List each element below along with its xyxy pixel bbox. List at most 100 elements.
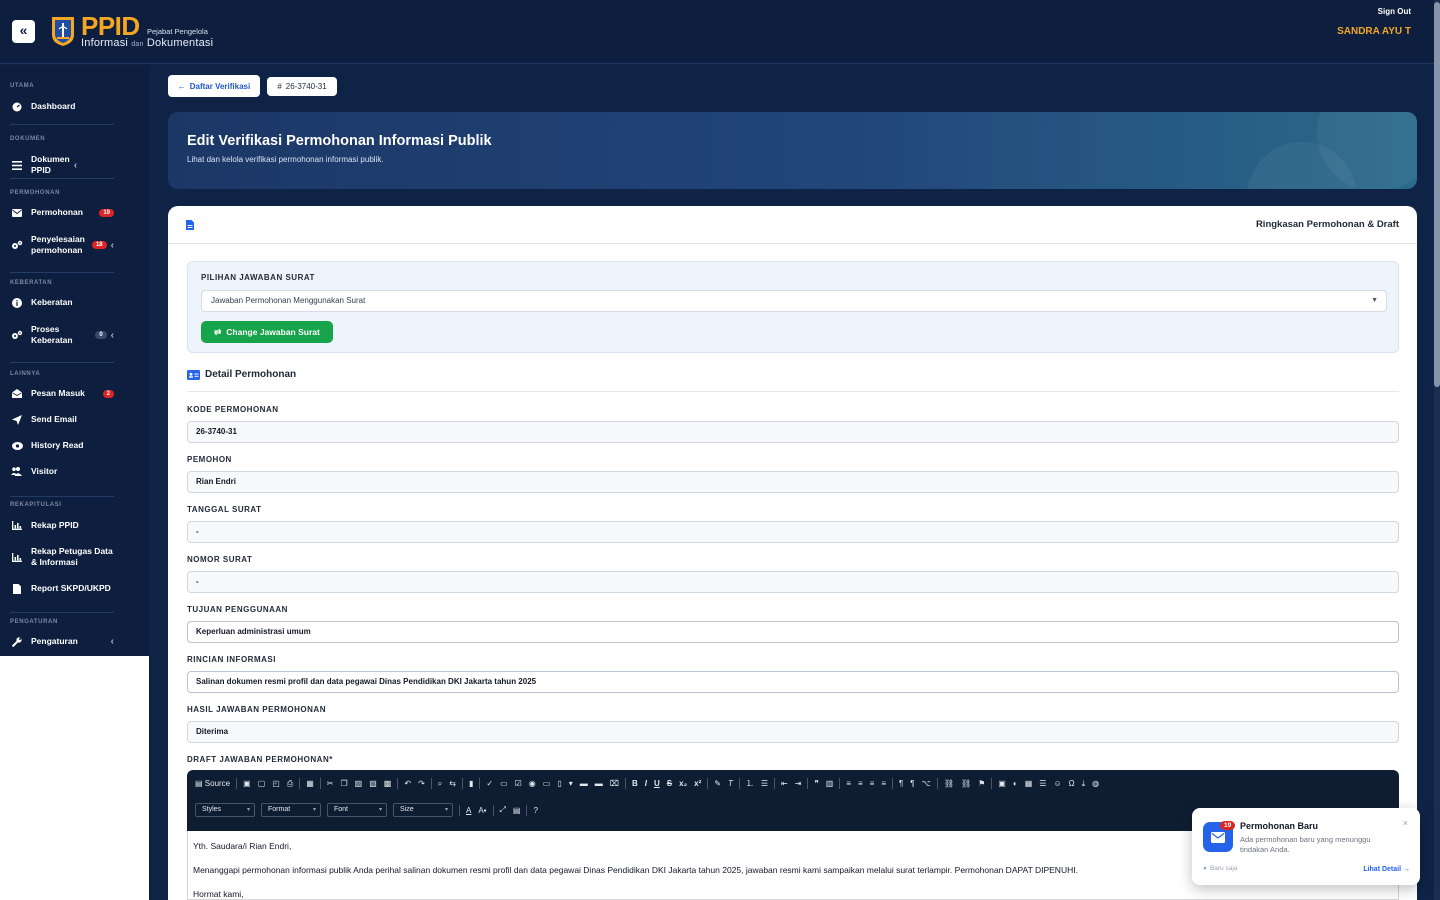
- user-name[interactable]: SANDRA AYU T: [1337, 26, 1411, 37]
- sidebar-item-rekap-ppid[interactable]: Rekap PPID: [10, 520, 114, 531]
- redo-icon[interactable]: ↷: [418, 779, 425, 788]
- size-select[interactable]: Size: [393, 803, 453, 817]
- checkbox-icon[interactable]: ☑: [515, 779, 522, 788]
- superscript-icon[interactable]: x²: [694, 779, 701, 788]
- textarea-icon[interactable]: ▯: [557, 779, 561, 788]
- numbered-list-icon[interactable]: ⒈: [746, 778, 754, 789]
- print-icon[interactable]: ⎙: [287, 779, 293, 789]
- help-icon[interactable]: ?: [533, 806, 537, 815]
- save-icon[interactable]: ▣: [243, 779, 251, 788]
- unlink-icon[interactable]: ⛓: [961, 779, 971, 788]
- sidebar-item-rekap-petugas[interactable]: Rekap Petugas Data & Informasi: [10, 546, 114, 568]
- rtl-icon[interactable]: ¶: [910, 779, 914, 788]
- align-center-icon[interactable]: ≡: [858, 779, 863, 788]
- textfield-icon[interactable]: ▭: [543, 779, 551, 788]
- font-select[interactable]: Font: [327, 803, 387, 817]
- strike-icon[interactable]: S: [667, 779, 672, 788]
- back-to-list-button[interactable]: ← Daftar Verifikasi: [168, 75, 260, 97]
- source-button[interactable]: ▤ Source: [195, 779, 230, 788]
- text-color-icon[interactable]: A: [466, 806, 471, 815]
- nomor-surat-field[interactable]: -: [187, 571, 1399, 593]
- comment-icon[interactable]: ▮: [469, 779, 473, 788]
- outdent-icon[interactable]: ⇤: [781, 779, 788, 788]
- image-icon[interactable]: ▣: [998, 779, 1006, 788]
- form-icon[interactable]: ▭: [500, 779, 508, 788]
- bg-color-icon[interactable]: A▪: [478, 806, 486, 815]
- sidebar-item-dashboard[interactable]: Dashboard: [10, 101, 114, 112]
- indent-icon[interactable]: ⇥: [795, 779, 802, 788]
- tanggal-surat-field[interactable]: -: [187, 521, 1399, 543]
- select-icon[interactable]: ▾: [569, 779, 573, 788]
- page-break-icon[interactable]: ⤓: [1082, 779, 1086, 789]
- button-icon[interactable]: ▬: [580, 779, 588, 788]
- spellcheck-icon[interactable]: ✓: [486, 779, 493, 788]
- sidebar-item-keberatan[interactable]: Keberatan: [10, 297, 114, 308]
- align-justify-icon[interactable]: ≡: [881, 779, 886, 788]
- language-icon[interactable]: ⌥: [922, 779, 931, 788]
- table-icon[interactable]: ▦: [1025, 779, 1033, 788]
- new-page-icon[interactable]: ▢: [258, 779, 266, 788]
- radio-icon[interactable]: ◉: [529, 779, 536, 788]
- subscript-icon[interactable]: x₂: [679, 779, 687, 788]
- kode-permohonan-field[interactable]: 26-3740-31: [187, 421, 1399, 443]
- toolbar-separator: [807, 778, 809, 789]
- sidebar-item-permohonan[interactable]: Permohonan 19: [10, 207, 114, 218]
- undo-icon[interactable]: ↶: [404, 779, 411, 788]
- sidebar-item-proses-keberatan[interactable]: Proses Keberatan 0 ‹: [10, 324, 114, 346]
- copy-format-icon[interactable]: ✎: [714, 779, 721, 788]
- div-icon[interactable]: ▥: [826, 779, 834, 788]
- horizontal-rule-icon[interactable]: ☰: [1039, 779, 1046, 788]
- copy-icon[interactable]: ❐: [341, 779, 348, 788]
- replace-icon[interactable]: ⇆: [449, 779, 456, 788]
- sidebar-item-send-email[interactable]: Send Email: [10, 414, 114, 425]
- view-detail-link[interactable]: Lihat Detail →: [1363, 866, 1410, 873]
- blockquote-icon[interactable]: ❞: [814, 779, 818, 788]
- iframe-icon[interactable]: ◍: [1092, 779, 1099, 788]
- maximize-icon[interactable]: ⤢: [500, 805, 506, 815]
- hidden-field-icon[interactable]: ⌧: [610, 779, 619, 788]
- sidebar-item-history-read[interactable]: History Read: [10, 440, 114, 451]
- show-blocks-icon[interactable]: ▤: [513, 806, 521, 815]
- change-reply-button[interactable]: ⇄ Change Jawaban Surat: [201, 321, 333, 343]
- italic-icon[interactable]: I: [645, 779, 647, 788]
- sidebar-item-visitor[interactable]: Visitor: [10, 466, 114, 477]
- styles-select[interactable]: Styles: [195, 803, 255, 817]
- format-select[interactable]: Format: [261, 803, 321, 817]
- preview-icon[interactable]: ◰: [272, 779, 280, 788]
- align-right-icon[interactable]: ≡: [870, 779, 875, 788]
- smiley-icon[interactable]: ☺: [1053, 779, 1061, 788]
- tujuan-penggunaan-field[interactable]: Keperluan administrasi umum: [187, 621, 1399, 643]
- reply-choice-select[interactable]: Jawaban Permohonan Menggunakan Surat ▼: [201, 290, 1387, 312]
- bulleted-list-icon[interactable]: ☰: [761, 779, 768, 788]
- underline-icon[interactable]: U: [654, 779, 660, 788]
- page-scrollbar[interactable]: [1434, 0, 1440, 900]
- link-icon[interactable]: ⛓: [944, 779, 954, 788]
- hasil-jawaban-field[interactable]: Diterima: [187, 721, 1399, 743]
- image-button-icon[interactable]: ▬: [595, 779, 603, 788]
- collapse-sidebar-button[interactable]: «: [12, 20, 35, 43]
- remove-format-icon[interactable]: T: [728, 779, 733, 788]
- paste-icon[interactable]: ▨: [355, 779, 363, 788]
- templates-icon[interactable]: ▦: [306, 779, 314, 788]
- special-char-icon[interactable]: Ω: [1069, 779, 1075, 788]
- rincian-informasi-field[interactable]: Salinan dokumen resmi profil dan data pe…: [187, 671, 1399, 693]
- paste-word-icon[interactable]: ▩: [384, 779, 392, 788]
- close-icon[interactable]: ×: [1403, 818, 1408, 828]
- bold-icon[interactable]: B: [632, 779, 638, 788]
- scrollbar-thumb[interactable]: [1434, 2, 1440, 387]
- sidebar-item-penyelesaian[interactable]: Penyelesaian permohonan 18 ‹: [10, 234, 114, 256]
- sidebar-item-pengaturan[interactable]: Pengaturan ‹: [10, 636, 114, 647]
- anchor-icon[interactable]: ⚑: [978, 779, 985, 788]
- proses-keberatan-count-badge: 0: [95, 331, 107, 339]
- ltr-icon[interactable]: ¶: [899, 779, 903, 788]
- paste-text-icon[interactable]: ▧: [369, 779, 377, 788]
- flash-icon[interactable]: ◐: [1013, 779, 1018, 788]
- cut-icon[interactable]: ✂: [327, 779, 334, 788]
- sidebar-item-pesan-masuk[interactable]: Pesan Masuk 2: [10, 388, 114, 399]
- pemohon-field[interactable]: Rian Endri: [187, 471, 1399, 493]
- sign-out-link[interactable]: Sign Out: [1378, 7, 1411, 16]
- find-icon[interactable]: ⌕: [438, 779, 442, 789]
- sidebar-item-report-skpd[interactable]: Report SKPD/UKPD: [10, 583, 114, 594]
- sidebar-item-dokumen-ppid[interactable]: Dokumen PPID ‹: [10, 154, 114, 176]
- align-left-icon[interactable]: ≡: [846, 779, 851, 788]
